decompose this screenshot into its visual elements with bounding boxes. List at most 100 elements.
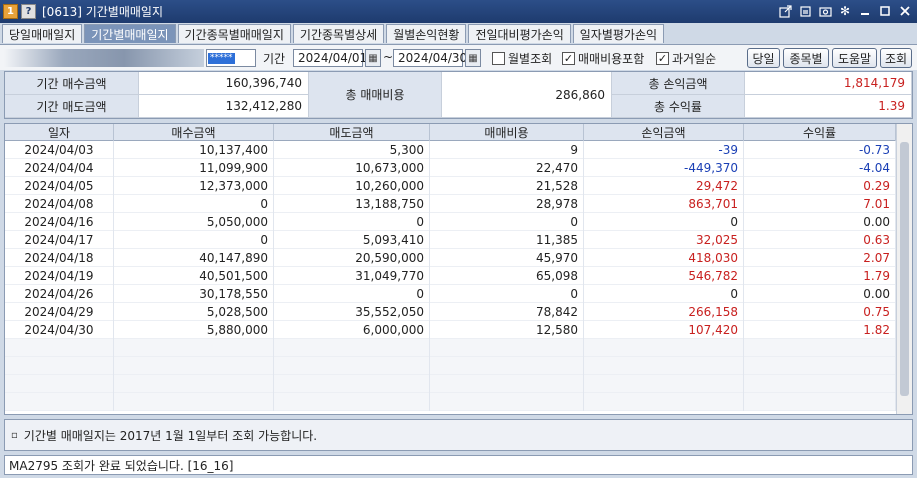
by-stock-button[interactable]: 종목별 [783,48,829,68]
table-row[interactable] [5,393,896,411]
table-row[interactable]: 2024/04/26 30,178,550 0 0 0 0.00 [5,285,896,303]
table-row[interactable]: 2024/04/18 40,147,890 20,590,000 45,970 418,… [5,249,896,267]
maximize-icon[interactable] [877,3,893,19]
table-row[interactable]: 2024/04/08 0 13,188,750 28,978 863,701 7.01 [5,195,896,213]
table-row[interactable]: 2024/04/29 5,028,500 35,552,050 78,842 266,1… [5,303,896,321]
include-fee-checkbox-label: 매매비용포함 [578,52,645,66]
query-button[interactable]: 조회 [880,48,912,68]
include-fee-checkbox-box[interactable]: ✓ [562,52,575,65]
status-text: MA2795 조회가 완료 되었습니다. [16_16] [9,458,234,473]
window-title: [0613] 기간별매매일지 [42,5,163,19]
column-header[interactable]: 수익률 [744,124,896,141]
help-button[interactable]: 도움말 [832,48,877,68]
export-icon[interactable] [777,3,793,19]
table-cell [274,339,430,357]
today-button[interactable]: 당일 [747,48,780,68]
query-toolbar: ***** 기간 2024/04/01 ▦ ~ 2024/04/30 ▦ 월별조… [0,44,917,70]
table-cell: 5,028,500 [114,303,274,321]
table-cell: 0 [274,285,430,303]
table-row[interactable]: 2024/04/03 10,137,400 5,300 9 -39 -0.73 [5,141,896,159]
tab-4[interactable]: 월별손익현황 [386,24,467,43]
table-row[interactable]: 2024/04/30 5,880,000 6,000,000 12,580 107,42… [5,321,896,339]
table-cell: 5,880,000 [114,321,274,339]
tab-3[interactable]: 기간종목별상세 [292,24,385,43]
column-header[interactable]: 매도금액 [274,124,430,141]
table-cell: 10,673,000 [274,159,430,177]
table-cell: -0.73 [744,141,896,159]
monthly-checkbox[interactable]: 월별조회 [492,50,552,67]
pin-icon[interactable] [797,3,813,19]
camera-icon[interactable] [817,3,833,19]
table-cell [744,375,896,393]
past-order-checkbox-box[interactable]: ✓ [656,52,669,65]
table-cell: -39 [584,141,744,159]
table-cell [584,375,744,393]
table-cell: 2024/04/26 [5,285,114,303]
buy-amount-value: 160,396,740 [139,72,309,95]
date-range-tilde: ~ [383,50,394,64]
table-row[interactable]: 2024/04/16 5,050,000 0 0 0 0.00 [5,213,896,231]
scrollbar-thumb[interactable] [900,142,909,396]
table-cell: 29,472 [584,177,744,195]
screen-number-badge[interactable]: 1 [3,4,18,19]
tab-6[interactable]: 일자별평가손익 [572,24,665,43]
table-cell [274,375,430,393]
vertical-scrollbar[interactable] [896,124,912,414]
table-cell [274,393,430,411]
column-header[interactable]: 매수금액 [114,124,274,141]
date-to-input[interactable]: 2024/04/30 [393,49,467,67]
monthly-checkbox-box[interactable] [492,52,505,65]
table-row[interactable] [5,357,896,375]
column-header[interactable]: 손익금액 [584,124,744,141]
table-cell: 418,030 [584,249,744,267]
summary-panel: 기간 매수금액 160,396,740 기간 매도금액 132,412,280 … [4,71,913,119]
table-cell: 35,552,050 [274,303,430,321]
table-cell: 20,590,000 [274,249,430,267]
table-cell: 2024/04/04 [5,159,114,177]
table-cell: 0.63 [744,231,896,249]
password-input[interactable]: ***** [206,49,256,67]
calendar-to-icon[interactable]: ▦ [465,49,481,67]
trade-journal-table: 일자 매수금액 매도금액 매매비용 손익금액 수익률 2024/04/03 10,137,4… [4,123,913,415]
table-cell: 45,970 [430,249,584,267]
table-cell: 0 [584,213,744,231]
table-row[interactable] [5,339,896,357]
total-return-label: 총 수익률 [612,95,745,118]
table-row[interactable]: 2024/04/04 11,099,900 10,673,000 22,470 -449… [5,159,896,177]
table-cell: 22,470 [430,159,584,177]
table-cell [584,357,744,375]
notice-text: 기간별 매매일지는 2017년 1월 1일부터 조회 가능합니다. [23,428,318,443]
table-row[interactable]: 2024/04/17 0 5,093,410 11,385 32,025 0.63 [5,231,896,249]
column-header[interactable]: 일자 [5,124,114,141]
table-cell: 7.01 [744,195,896,213]
table-cell: 78,842 [430,303,584,321]
table-cell: 2024/04/05 [5,177,114,195]
past-order-checkbox[interactable]: ✓ 과거일순 [656,50,716,67]
account-selector-blurred[interactable] [4,49,204,67]
table-cell [5,357,114,375]
column-header[interactable]: 매매비용 [430,124,584,141]
date-from-input[interactable]: 2024/04/01 [293,49,367,67]
total-pl-label: 총 손익금액 [612,72,745,95]
table-cell: 40,147,890 [114,249,274,267]
help-badge[interactable]: ? [21,4,36,19]
table-row[interactable] [5,375,896,393]
table-cell: 5,093,410 [274,231,430,249]
table-cell: 0 [584,285,744,303]
tab-1[interactable]: 기간별매매일지 [84,24,176,43]
table-cell: 11,385 [430,231,584,249]
close-icon[interactable] [897,3,913,19]
table-cell: 0.00 [744,213,896,231]
tab-0[interactable]: 당일매매일지 [2,24,83,43]
tab-2[interactable]: 기간종목별매매일지 [177,24,291,43]
include-fee-checkbox[interactable]: ✓ 매매비용포함 [562,50,644,67]
table-cell: 13,188,750 [274,195,430,213]
table-row[interactable]: 2024/04/05 12,373,000 10,260,000 21,528 29,4… [5,177,896,195]
minimize-icon[interactable] [857,3,873,19]
table-cell: 0 [430,285,584,303]
calendar-from-icon[interactable]: ▦ [365,49,381,67]
tab-5[interactable]: 전일대비평가손익 [468,24,571,43]
monthly-checkbox-label: 월별조회 [508,52,553,66]
table-row[interactable]: 2024/04/19 40,501,500 31,049,770 65,098 546,… [5,267,896,285]
gear-icon[interactable]: ✻ [837,3,853,19]
